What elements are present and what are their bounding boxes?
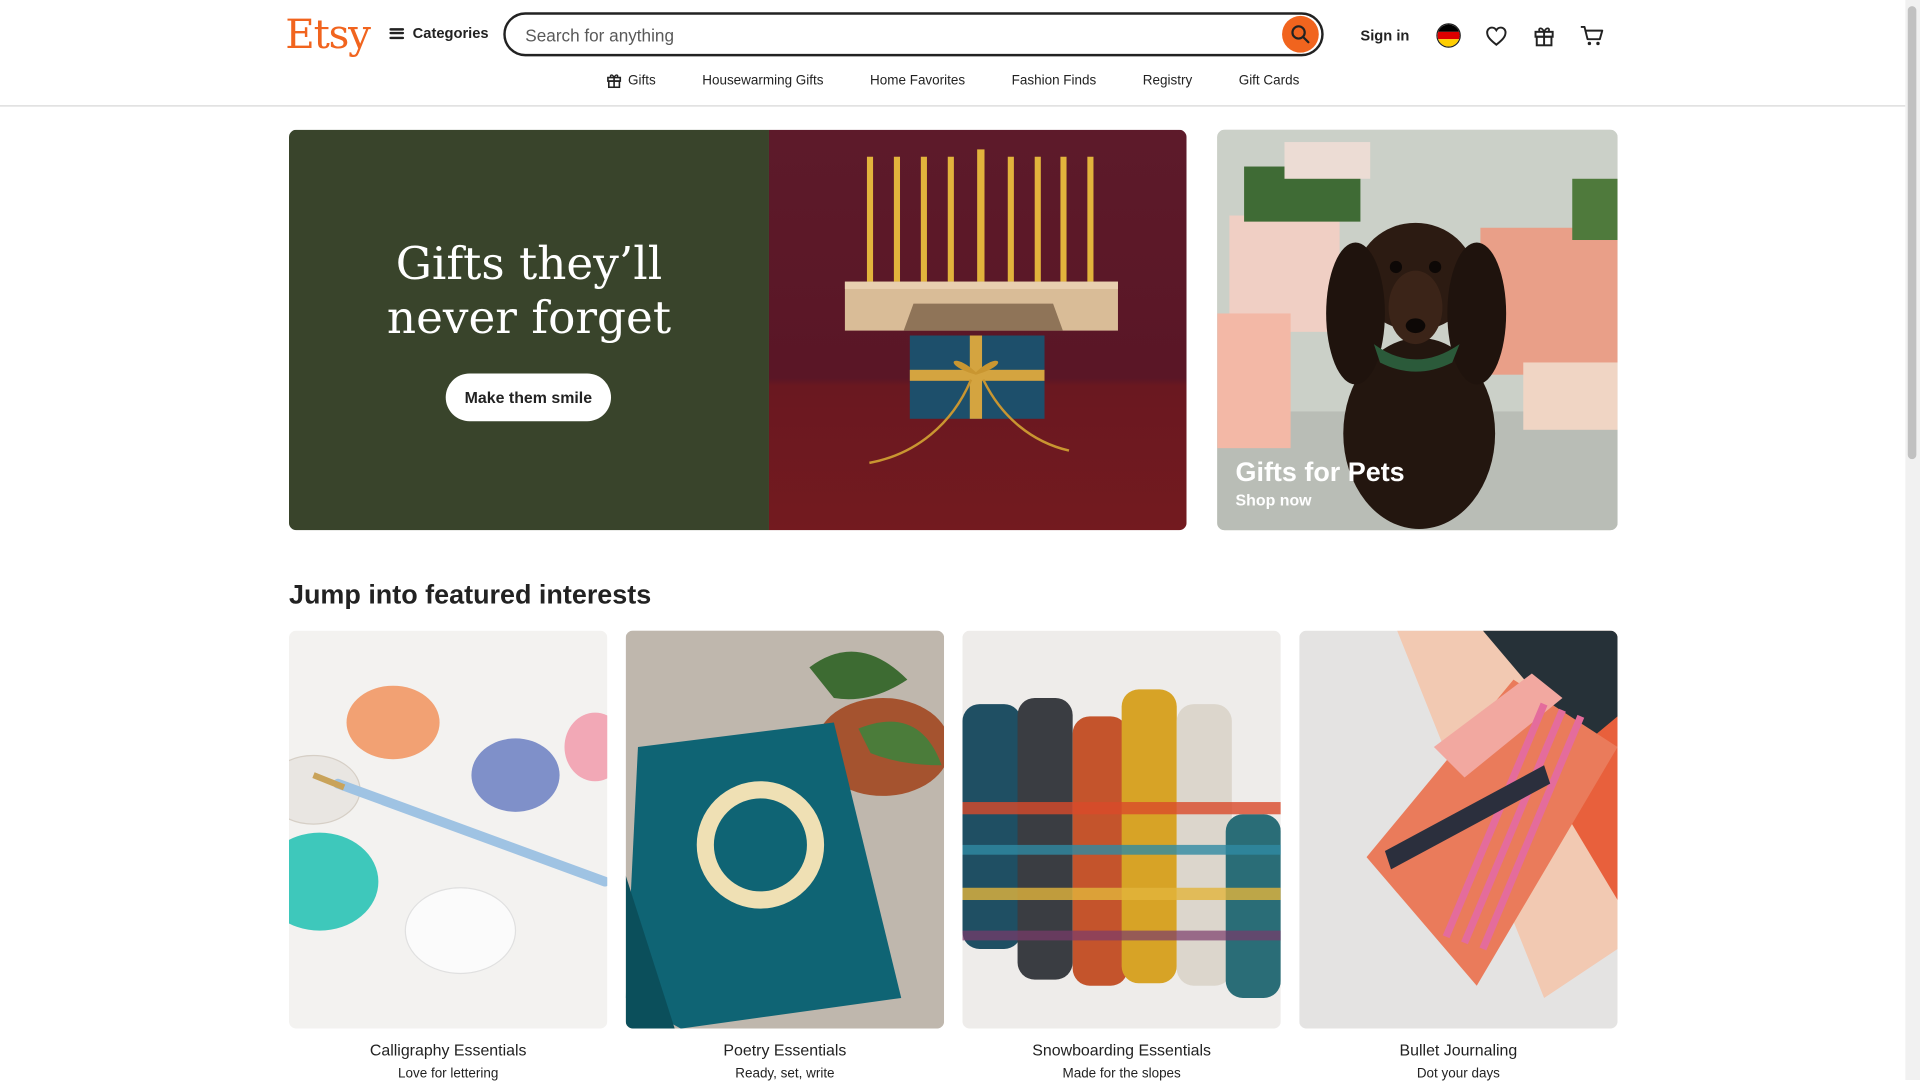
- sub-navigation: Gifts Housewarming Gifts Home Favorites …: [0, 72, 1905, 89]
- interest-card-subtitle: Dot your days: [1416, 1066, 1500, 1081]
- hero-banner[interactable]: Gifts they’ll never forget Make them smi…: [288, 129, 1187, 531]
- site-header: Etsy Categories Sign in: [0, 0, 1906, 107]
- hero-title: Gifts they’ll never forget: [289, 238, 769, 346]
- nav-gifts[interactable]: Gifts: [583, 72, 679, 89]
- gift-mode-button[interactable]: [1529, 21, 1558, 50]
- search-bar: [503, 12, 1324, 57]
- interest-card[interactable]: Calligraphy Essentials Love for letterin…: [288, 630, 608, 1081]
- gifts-for-pets-card[interactable]: Gifts for Pets Shop now: [1217, 129, 1618, 531]
- interest-card-title: Poetry Essentials: [723, 1040, 847, 1060]
- hero-title-line1: Gifts they’ll: [395, 237, 663, 291]
- featured-interests-grid: Calligraphy Essentials Love for letterin…: [288, 630, 1618, 1081]
- menorah-gift-illustration: [844, 149, 1118, 465]
- nav-fashion-finds[interactable]: Fashion Finds: [988, 72, 1119, 88]
- search-button[interactable]: [1282, 15, 1319, 53]
- hero-text-panel: Gifts they’ll never forget Make them smi…: [288, 129, 769, 531]
- gift-icon: [606, 74, 621, 89]
- featured-interests-heading: Jump into featured interests: [288, 579, 652, 610]
- interest-card-subtitle: Love for lettering: [398, 1066, 499, 1081]
- menu-icon: [389, 27, 405, 39]
- interest-card[interactable]: Poetry Essentials Ready, set, write: [625, 630, 945, 1081]
- pets-shop-now-link[interactable]: Shop now: [1236, 491, 1312, 509]
- bullet-journaling-image: [1299, 630, 1618, 1029]
- nav-home-favorites[interactable]: Home Favorites: [847, 72, 989, 88]
- locale-button[interactable]: [1434, 21, 1463, 50]
- scrollbar-thumb[interactable]: [1907, 6, 1917, 460]
- gift-icon: [1534, 27, 1554, 47]
- heart-icon: [1486, 25, 1507, 46]
- interest-card[interactable]: Snowboarding Essentials Made for the slo…: [962, 630, 1281, 1081]
- categories-button[interactable]: Categories: [389, 24, 489, 42]
- germany-flag-icon: [1436, 23, 1461, 48]
- interest-card-subtitle: Made for the slopes: [1062, 1066, 1181, 1081]
- interest-card-title: Calligraphy Essentials: [369, 1040, 527, 1060]
- cart-button[interactable]: [1577, 21, 1606, 50]
- search-icon: [1291, 25, 1310, 44]
- pets-promo-title: Gifts for Pets: [1235, 456, 1405, 488]
- nav-gifts-label: Gifts: [627, 72, 656, 88]
- hero-menorah-image: [768, 129, 1187, 531]
- interest-card[interactable]: Bullet Journaling Dot your days: [1299, 630, 1618, 1081]
- sign-in-link[interactable]: Sign in: [1360, 27, 1409, 44]
- categories-label: Categories: [412, 24, 489, 42]
- interest-card-subtitle: Ready, set, write: [735, 1066, 835, 1081]
- etsy-logo[interactable]: Etsy: [285, 10, 371, 58]
- vertical-scrollbar[interactable]: [1905, 0, 1920, 1081]
- interest-card-title: Bullet Journaling: [1399, 1040, 1518, 1060]
- cart-icon: [1580, 25, 1604, 46]
- nav-registry[interactable]: Registry: [1120, 72, 1216, 88]
- nav-gift-cards[interactable]: Gift Cards: [1215, 72, 1322, 88]
- nav-housewarming-gifts[interactable]: Housewarming Gifts: [679, 72, 847, 88]
- calligraphy-image: [288, 630, 608, 1029]
- interest-card-title: Snowboarding Essentials: [1032, 1040, 1212, 1060]
- snowboarding-image: [962, 630, 1281, 1029]
- search-input[interactable]: [522, 14, 1275, 57]
- make-them-smile-button[interactable]: Make them smile: [445, 373, 612, 422]
- favorites-button[interactable]: [1482, 21, 1511, 50]
- poetry-image: [625, 630, 945, 1029]
- hero-title-line2: never forget: [386, 291, 672, 345]
